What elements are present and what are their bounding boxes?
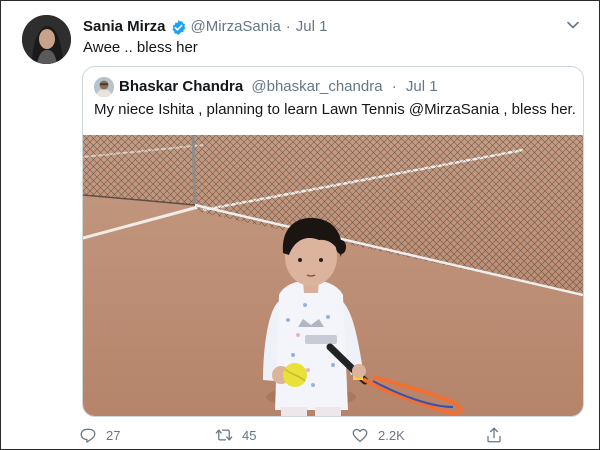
quoted-avatar[interactable]: [94, 77, 114, 97]
quoted-media-photo[interactable]: [83, 135, 583, 416]
tweet-date[interactable]: Jul 1: [296, 17, 328, 37]
author-handle[interactable]: @MirzaSania: [191, 17, 281, 37]
retweet-count: 45: [242, 427, 257, 443]
quoted-author-handle[interactable]: @bhaskar_chandra: [251, 78, 382, 95]
avatar-image: [22, 15, 71, 64]
verified-badge-icon: [171, 19, 185, 35]
quoted-separator-dot: ·: [391, 78, 397, 95]
quoted-tweet[interactable]: Bhaskar Chandra @bhaskar_chandra · Jul 1…: [82, 66, 584, 417]
like-button[interactable]: 2.2K: [351, 426, 405, 444]
quoted-text: My niece Ishita , planning to learn Lawn…: [94, 101, 576, 118]
retweet-button[interactable]: 45: [215, 426, 256, 444]
retweet-icon: [215, 429, 233, 441]
tweet-header: Sania Mirza @MirzaSania · Jul 1: [83, 17, 327, 37]
share-icon: [487, 427, 501, 443]
tennis-court-photo: [83, 135, 583, 416]
tweet-text: Awee .. bless her: [83, 39, 198, 56]
like-icon: [352, 428, 368, 443]
tweet-card: Sania Mirza @MirzaSania · Jul 1 Awee .. …: [0, 0, 600, 450]
author-name[interactable]: Sania Mirza: [83, 17, 166, 37]
chevron-down-icon[interactable]: [565, 17, 581, 33]
quoted-header: Bhaskar Chandra @bhaskar_chandra · Jul 1: [119, 77, 438, 97]
like-count: 2.2K: [378, 427, 405, 443]
avatar[interactable]: [22, 15, 71, 64]
reply-count: 27: [106, 427, 121, 443]
quoted-date[interactable]: Jul 1: [406, 78, 438, 95]
quoted-author-name[interactable]: Bhaskar Chandra: [119, 78, 243, 95]
separator-dot: ·: [285, 18, 291, 35]
reply-icon: [80, 428, 96, 443]
share-button[interactable]: [485, 426, 512, 444]
reply-button[interactable]: 27: [79, 426, 120, 444]
quoted-avatar-image: [94, 77, 114, 97]
tweet-actions: 27 45 2.2K: [79, 426, 509, 450]
